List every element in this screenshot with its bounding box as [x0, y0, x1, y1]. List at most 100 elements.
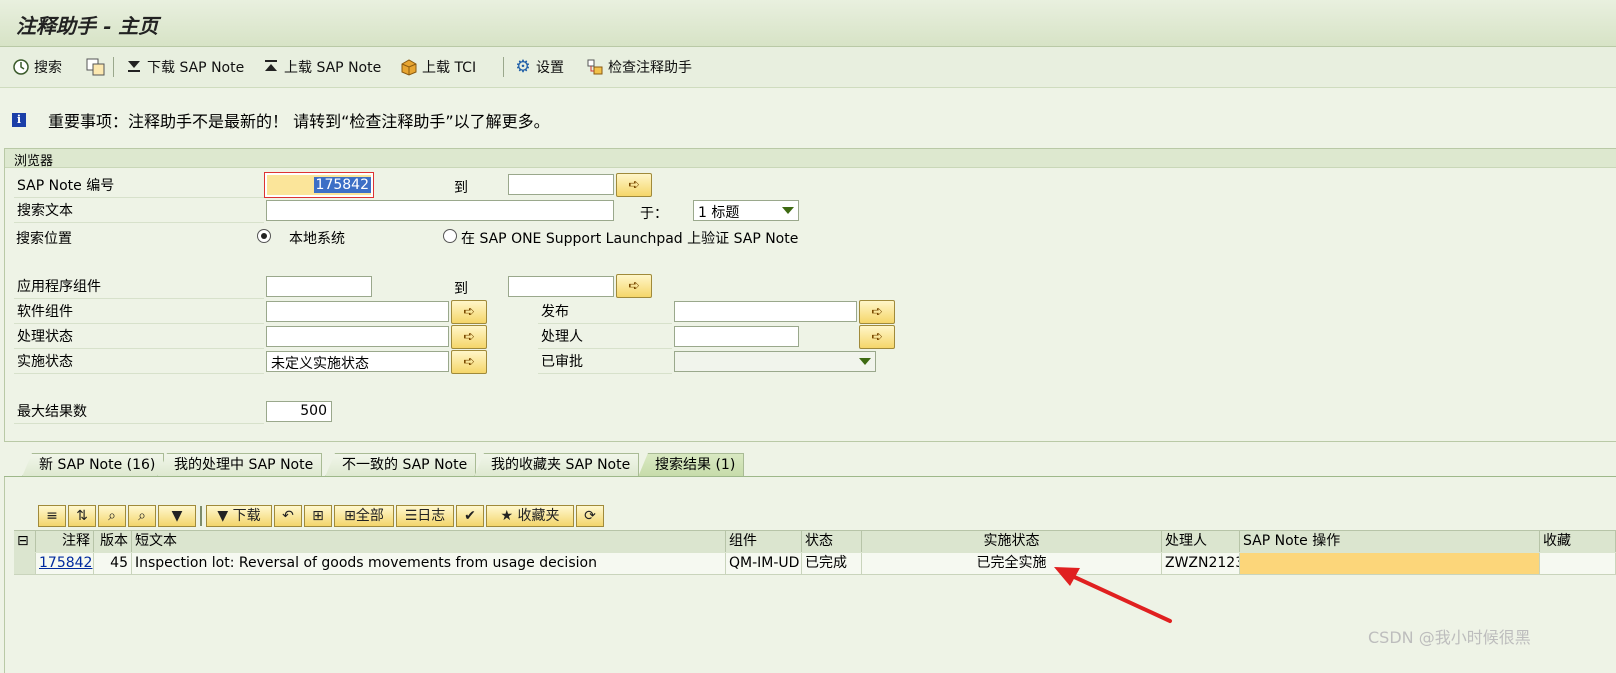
all-button[interactable]: ⊞全部: [334, 505, 394, 527]
note-number-value: 175842: [313, 177, 371, 193]
tree-button[interactable]: ⊞: [304, 505, 332, 527]
multiple-selection-button[interactable]: ➪: [616, 274, 652, 298]
select-all-cell[interactable]: ⊟: [14, 530, 36, 552]
search-clock-icon: [12, 58, 30, 76]
grid-download-button[interactable]: ▼ 下载: [206, 505, 272, 527]
check-button[interactable]: ✔: [456, 505, 484, 527]
software-component-field[interactable]: [266, 301, 449, 322]
details-button[interactable]: ≡: [38, 505, 66, 527]
approved-label: 已审批: [538, 351, 672, 374]
hierarchy-icon: ⊞: [312, 508, 324, 524]
log-icon: ☰: [404, 508, 418, 524]
tab-inconsistent[interactable]: 不一致的 SAP Note: [325, 453, 477, 477]
multiple-selection-button[interactable]: ➪: [859, 300, 895, 324]
upload-tci-button[interactable]: 上载 TCI: [400, 57, 476, 77]
column-status[interactable]: 状态: [802, 530, 862, 552]
sort-icon: ⇅: [76, 508, 88, 524]
column-impl-status[interactable]: 实施状态: [862, 530, 1162, 552]
search-location-label: 搜索位置: [16, 231, 72, 247]
download-icon: [125, 58, 143, 76]
multiple-selection-button[interactable]: ➪: [859, 325, 895, 349]
processing-status-label: 处理状态: [14, 326, 264, 349]
upload-icon: [262, 58, 280, 76]
note-number-to-field[interactable]: [508, 174, 614, 195]
cell-favorite: [1540, 553, 1616, 574]
tab-my-processing[interactable]: 我的处理中 SAP Note: [157, 453, 323, 477]
release-field[interactable]: [674, 301, 857, 322]
column-version[interactable]: 版本: [94, 530, 132, 552]
processor-label: 处理人: [538, 326, 672, 349]
package-icon: [400, 58, 418, 76]
find-button[interactable]: ⌕: [98, 505, 126, 527]
column-favorite[interactable]: 收藏: [1540, 530, 1616, 552]
arrow-right-icon: ➪: [463, 354, 475, 370]
max-results-field[interactable]: 500: [266, 401, 332, 422]
note-number-field[interactable]: 175842: [264, 172, 374, 198]
sync-icon: ⟳: [584, 508, 596, 524]
multiple-selection-button[interactable]: ➪: [451, 350, 487, 374]
column-note-action[interactable]: SAP Note 操作: [1240, 530, 1540, 552]
sync-button[interactable]: ⟳: [576, 505, 604, 527]
application-toolbar: 搜索 下载 SAP Note 上载 SAP Note 上载 TCI ⚙ 设置 检…: [0, 47, 1616, 88]
app-component-label: 应用程序组件: [14, 276, 264, 299]
multiple-selection-button[interactable]: ➪: [616, 173, 652, 197]
max-results-label: 最大结果数: [14, 401, 264, 424]
search-in-select[interactable]: 1 标题: [693, 200, 799, 221]
arrow-right-icon: ➪: [871, 304, 883, 320]
processor-field[interactable]: [674, 326, 799, 347]
dropdown-arrow-icon: [859, 358, 871, 365]
release-label: 发布: [538, 301, 672, 324]
processing-status-field[interactable]: [266, 326, 449, 347]
check-assistant-button[interactable]: 检查注释助手: [586, 57, 692, 77]
arrow-right-icon: ➪: [463, 329, 475, 345]
app-component-field[interactable]: [266, 276, 372, 297]
log-button[interactable]: ☰日志: [396, 505, 454, 527]
refresh-button[interactable]: ↶: [274, 505, 302, 527]
note-link[interactable]: 175842: [39, 555, 92, 571]
column-note[interactable]: 注释: [36, 530, 94, 552]
search-text-field[interactable]: [266, 200, 614, 221]
tab-favorites[interactable]: 我的收藏夹 SAP Note: [474, 453, 640, 477]
multiple-selection-button[interactable]: ➪: [451, 300, 487, 324]
star-icon: ★: [500, 508, 514, 524]
info-message: i 重要事项：注释助手不是最新的！ 请转到“检查注释助手”以了解更多。: [12, 108, 550, 132]
column-processor[interactable]: 处理人: [1162, 530, 1240, 552]
upload-note-button[interactable]: 上载 SAP Note: [262, 57, 381, 77]
find-next-button[interactable]: ⌕: [128, 505, 156, 527]
row-divider: [14, 574, 1616, 575]
tab-new-notes[interactable]: 新 SAP Note (16): [22, 453, 165, 477]
toolbar-separator: [113, 57, 114, 77]
cell-version: 45: [94, 553, 132, 574]
tab-search-results[interactable]: 搜索结果 (1): [638, 453, 745, 477]
cell-note[interactable]: 175842: [36, 553, 94, 574]
row-selector[interactable]: [14, 553, 36, 574]
sort-button[interactable]: ⇅: [68, 505, 96, 527]
filter-button[interactable]: ▼: [158, 505, 196, 527]
download-note-button[interactable]: 下载 SAP Note: [125, 57, 244, 77]
local-system-radio[interactable]: [257, 229, 271, 243]
cell-note-action[interactable]: [1240, 553, 1540, 574]
settings-button[interactable]: ⚙ 设置: [514, 57, 564, 77]
select-all-icon: ⊟: [17, 533, 29, 549]
toolbar-separator: [503, 57, 504, 77]
impl-status-field[interactable]: 未定义实施状态: [266, 351, 449, 372]
download-icon: ▼: [217, 508, 229, 524]
in-label: 于：: [640, 206, 668, 222]
copy-button[interactable]: [86, 57, 105, 77]
column-short-text[interactable]: 短文本: [132, 530, 726, 552]
remote-launchpad-radio[interactable]: [443, 229, 457, 243]
column-component[interactable]: 组件: [726, 530, 802, 552]
arrow-right-icon: ➪: [463, 304, 475, 320]
copy-icon: [86, 58, 105, 76]
annotation-arrow: [1054, 567, 1172, 623]
favorites-button[interactable]: ★ 收藏夹: [486, 505, 574, 527]
arrow-right-icon: ➪: [628, 177, 640, 193]
multiple-selection-button[interactable]: ➪: [451, 325, 487, 349]
title-bar: 注释助手 - 主页: [0, 0, 1616, 47]
check-tool-icon: [586, 58, 604, 76]
app-component-to-field[interactable]: [508, 276, 614, 297]
search-button[interactable]: 搜索: [12, 57, 62, 77]
approved-select[interactable]: [674, 351, 876, 372]
undo-icon: ↶: [282, 508, 294, 524]
to-label: 到: [454, 180, 468, 196]
